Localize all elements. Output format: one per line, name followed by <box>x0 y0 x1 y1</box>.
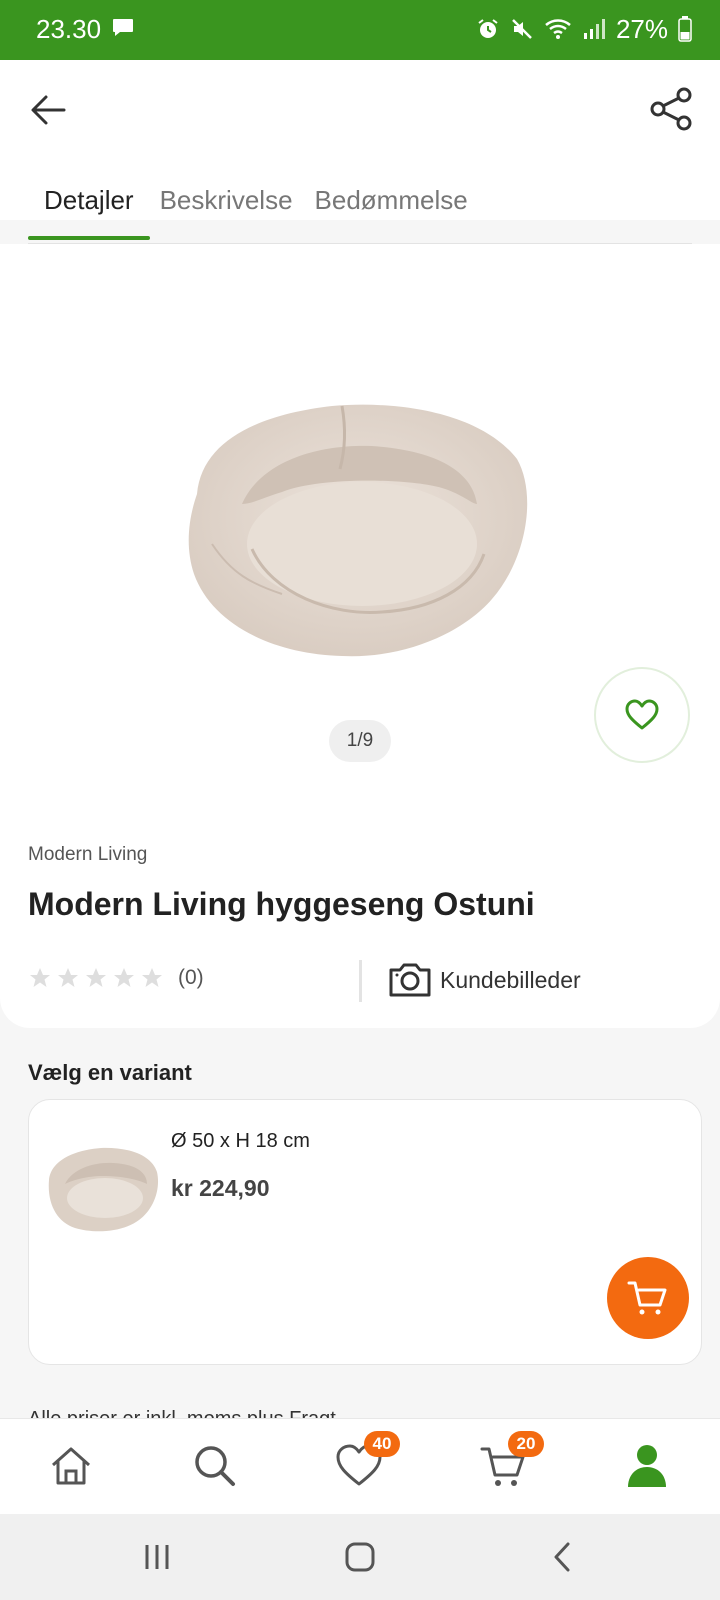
customer-images-button[interactable]: Kundebilleder <box>388 962 581 998</box>
back-arrow-icon[interactable] <box>26 88 70 132</box>
recent-apps-icon[interactable] <box>140 1540 174 1574</box>
battery-icon <box>678 16 692 42</box>
home-button-icon[interactable] <box>343 1540 377 1574</box>
star-icon <box>114 968 134 987</box>
search-icon[interactable] <box>190 1441 240 1491</box>
camera-icon <box>389 963 431 997</box>
star-icon <box>58 968 78 987</box>
heart-icon <box>625 699 659 730</box>
product-brand[interactable]: Modern Living <box>28 844 147 866</box>
mute-icon <box>512 19 532 39</box>
tab-bedommelse[interactable]: Bedømmelse <box>309 180 484 240</box>
status-icons: 27% <box>476 12 692 46</box>
favorites-badge: 40 <box>364 1431 400 1457</box>
tab-detajler[interactable]: Detajler <box>28 180 150 240</box>
product-card: 1/9 Modern Living Modern Living hyggesen… <box>0 244 720 1028</box>
home-icon[interactable] <box>46 1441 96 1491</box>
customer-images-label: Kundebilleder <box>440 966 581 993</box>
star-icon <box>30 968 50 987</box>
alarm-icon <box>478 19 498 38</box>
star-icon <box>142 968 162 987</box>
product-title: Modern Living hyggeseng Ostuni <box>28 886 535 922</box>
status-bar: 23.30 27% <box>0 0 720 60</box>
back-button-icon[interactable] <box>546 1540 580 1574</box>
variant-price: kr 224,90 <box>171 1175 270 1201</box>
rating-divider <box>359 960 362 1002</box>
variant-heading: Vælg en variant <box>28 1060 192 1085</box>
system-nav-bar <box>0 1514 720 1600</box>
nav-cart[interactable]: 20 <box>478 1431 544 1491</box>
favorite-button[interactable] <box>594 667 690 763</box>
cart-badge: 20 <box>508 1431 544 1457</box>
rating-stars[interactable]: (0) <box>28 966 204 990</box>
cart-icon <box>627 1281 667 1315</box>
wifi-icon <box>545 19 571 39</box>
message-icon <box>113 19 133 36</box>
variant-thumbnail <box>48 1147 159 1232</box>
variant-card[interactable]: Ø 50 x H 18 cm kr 224,90 <box>28 1099 702 1365</box>
detail-tabs: Detajler Beskrivelse Bedømmelse <box>28 180 484 240</box>
signal-icon <box>583 19 605 39</box>
rating-count: (0) <box>178 966 204 989</box>
add-to-cart-button[interactable] <box>607 1257 689 1339</box>
star-icon <box>86 968 106 987</box>
status-time: 23.30 <box>36 14 102 44</box>
image-counter: 1/9 <box>329 720 391 762</box>
app-screen: 23.30 27% Detajler Beskrivelse Bedømmels… <box>0 0 720 1600</box>
battery-percent: 27% <box>615 13 668 44</box>
price-note: Alle priser er inkl. moms plus Fragt <box>28 1404 336 1418</box>
bottom-nav: 40 20 <box>0 1418 720 1514</box>
tab-beskrivelse[interactable]: Beskrivelse <box>150 180 309 240</box>
product-image[interactable] <box>172 384 542 674</box>
user-icon[interactable] <box>622 1441 672 1491</box>
variant-size: Ø 50 x H 18 cm <box>171 1130 310 1152</box>
nav-favorites[interactable]: 40 <box>334 1431 400 1491</box>
share-icon[interactable] <box>648 86 694 132</box>
